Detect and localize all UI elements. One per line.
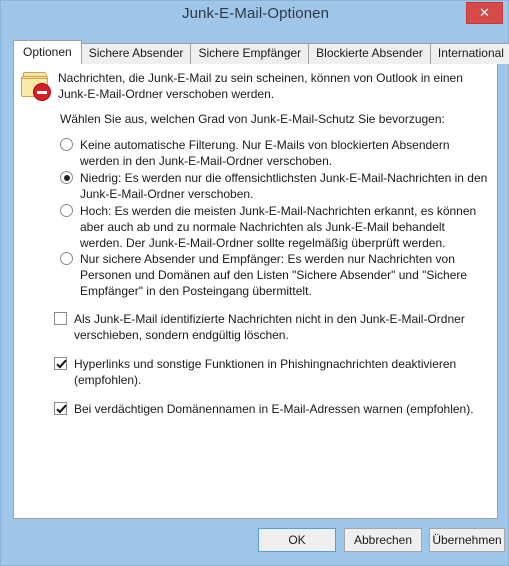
checkbox-hyperlinks-deaktivieren-indicator[interactable] <box>54 357 67 370</box>
radio-option-hoch[interactable]: Hoch: Es werden die meisten Junk-E-Mail-… <box>60 203 490 251</box>
checkbox-hyperlinks-deaktivieren-label: Hyperlinks und sonstige Funktionen in Ph… <box>74 357 457 387</box>
title-bar: Junk-E-Mail-Optionen ✕ <box>1 1 509 33</box>
tab-international[interactable]: International <box>429 43 509 64</box>
tab-strip: Optionen Sichere Absender Sichere Empfän… <box>13 40 509 64</box>
ok-button[interactable]: OK <box>258 528 336 552</box>
checkbox-domaenennamen-warnen-indicator[interactable] <box>54 402 67 415</box>
radio-hoch-label: Hoch: Es werden die meisten Junk-E-Mail-… <box>80 204 477 250</box>
close-icon[interactable]: ✕ <box>466 2 503 24</box>
radio-option-nur-sichere[interactable]: Nur sichere Absender und Empfänger: Es w… <box>60 251 490 299</box>
checkbox-option-endgueltig-loeschen[interactable]: Als Junk-E-Mail identifizierte Nachricht… <box>54 311 490 343</box>
radio-nur-sichere-label: Nur sichere Absender und Empfänger: Es w… <box>80 252 468 298</box>
checkbox-option-domaenennamen-warnen[interactable]: Bei verdächtigen Domänennamen in E-Mail-… <box>54 401 490 417</box>
radio-option-niedrig[interactable]: Niedrig: Es werden nur die offensichtlic… <box>60 170 490 202</box>
tab-content-panel: Nachrichten, die Junk-E-Mail zu sein sch… <box>13 63 498 519</box>
tab-optionen[interactable]: Optionen <box>13 40 82 64</box>
radio-keine-label: Keine automatische Filterung. Nur E-Mail… <box>80 138 450 168</box>
intro-text: Nachrichten, die Junk-E-Mail zu sein sch… <box>58 71 463 101</box>
dialog-footer: OK Abbrechen Übernehmen <box>2 521 509 561</box>
intro-block: Nachrichten, die Junk-E-Mail zu sein sch… <box>20 68 490 102</box>
tab-sichere-absender[interactable]: Sichere Absender <box>80 43 192 64</box>
cancel-button[interactable]: Abbrechen <box>344 528 422 552</box>
protection-level-prompt: Wählen Sie aus, welchen Grad von Junk-E-… <box>60 112 445 126</box>
checkbox-endgueltig-loeschen-indicator[interactable] <box>54 312 67 325</box>
checkbox-option-hyperlinks-deaktivieren[interactable]: Hyperlinks und sonstige Funktionen in Ph… <box>54 356 490 388</box>
radio-niedrig-label: Niedrig: Es werden nur die offensichtlic… <box>80 171 488 201</box>
apply-button[interactable]: Übernehmen <box>429 528 505 552</box>
checkbox-domaenennamen-warnen-label: Bei verdächtigen Domänennamen in E-Mail-… <box>74 402 474 416</box>
radio-keine-indicator[interactable] <box>60 138 73 151</box>
tab-sichere-empfaenger[interactable]: Sichere Empfänger <box>190 43 310 64</box>
junk-folder-blocked-icon <box>20 70 54 102</box>
radio-niedrig-indicator[interactable] <box>60 171 73 184</box>
radio-hoch-indicator[interactable] <box>60 204 73 217</box>
radio-nur-sichere-indicator[interactable] <box>60 252 73 265</box>
checkbox-endgueltig-loeschen-label: Als Junk-E-Mail identifizierte Nachricht… <box>74 312 465 342</box>
tab-blockierte-absender[interactable]: Blockierte Absender <box>308 43 431 64</box>
window-title: Junk-E-Mail-Optionen <box>181 5 330 22</box>
junk-email-options-dialog: Junk-E-Mail-Optionen ✕ Optionen Sichere … <box>0 0 509 566</box>
radio-option-keine[interactable]: Keine automatische Filterung. Nur E-Mail… <box>60 137 490 169</box>
